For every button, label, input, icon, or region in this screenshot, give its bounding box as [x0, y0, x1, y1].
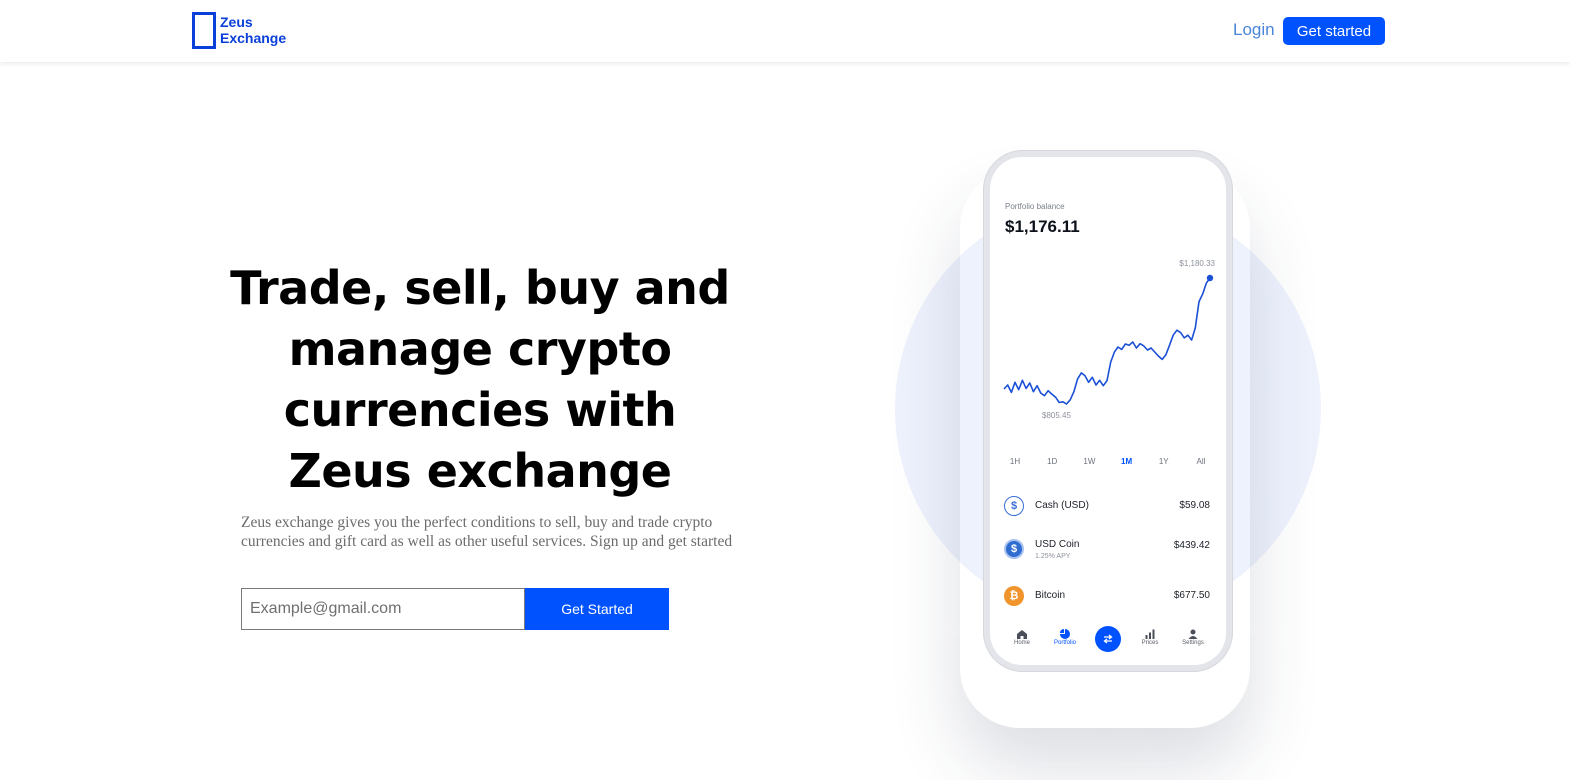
timeframe-selector: 1H 1D 1W 1M 1Y All [1000, 457, 1216, 466]
asset-apy: 1.25% APY [1035, 553, 1071, 560]
chart-low-label: $805.45 [1042, 411, 1071, 420]
get-started-nav-button[interactable]: Get started [1283, 17, 1385, 45]
trade-fab-button[interactable] [1095, 626, 1121, 652]
chart-end-point [1206, 274, 1214, 282]
bar-chart-icon [1145, 629, 1155, 639]
timeframe-1d[interactable]: 1D [1037, 457, 1067, 466]
asset-value: $439.42 [1173, 540, 1210, 551]
user-icon [1188, 629, 1198, 639]
timeframe-1m[interactable]: 1M [1112, 457, 1142, 466]
chart-line [1003, 277, 1211, 405]
logo-mark-icon [192, 12, 216, 49]
timeframe-1y[interactable]: 1Y [1149, 457, 1179, 466]
nav-item-prices[interactable]: Prices [1130, 629, 1170, 646]
nav-item-portfolio[interactable]: Portfolio [1045, 629, 1085, 646]
signup-form: Get Started [241, 588, 669, 630]
nav-item-settings[interactable]: Settings [1173, 629, 1213, 646]
home-icon [1017, 630, 1027, 639]
asset-row-bitcoin[interactable]: ₿ Bitcoin $677.50 [1004, 584, 1210, 610]
asset-value: $677.50 [1173, 590, 1210, 601]
phone-bottom-nav: Home Portfolio Prices Settings [990, 626, 1226, 657]
email-input[interactable] [241, 588, 525, 630]
chart-high-label: $1,180.33 [1179, 259, 1215, 268]
get-started-button[interactable]: Get Started [525, 588, 669, 630]
nav-label: Home [1013, 640, 1030, 646]
phone-screen: Portfolio balance $1,176.11 $1,180.33 $8… [990, 157, 1226, 665]
hero-subtitle: Zeus exchange gives you the perfect cond… [241, 514, 733, 550]
timeframe-all[interactable]: All [1186, 457, 1216, 466]
brand-name: Zeus Exchange [220, 14, 286, 46]
dollar-icon: $ [1004, 496, 1024, 516]
nav-label: Settings [1182, 640, 1204, 646]
swap-arrows-icon [1103, 634, 1113, 644]
brand-logo[interactable]: Zeus Exchange [192, 12, 286, 49]
pie-chart-icon [1060, 629, 1070, 639]
portfolio-balance: $1,176.11 [1005, 217, 1080, 236]
timeframe-1h[interactable]: 1H [1000, 457, 1030, 466]
bitcoin-icon: ₿ [1004, 586, 1024, 606]
brand-line-1: Zeus [220, 14, 253, 30]
portfolio-chart: $1,180.33 $805.45 [1003, 259, 1216, 420]
login-link[interactable]: Login [1233, 20, 1275, 40]
timeframe-1w[interactable]: 1W [1074, 457, 1104, 466]
asset-row-usd-coin[interactable]: $ USD Coin 1.25% APY $439.42 [1004, 537, 1210, 563]
asset-name: USD Coin [1035, 539, 1080, 550]
portfolio-label: Portfolio balance [1005, 202, 1065, 211]
nav-label: Portfolio [1053, 640, 1076, 646]
brand-line-2: Exchange [220, 30, 287, 46]
nav-item-home[interactable]: Home [1002, 629, 1042, 646]
asset-value: $59.08 [1179, 500, 1210, 511]
nav-label: Prices [1141, 640, 1159, 646]
usd-coin-icon: $ [1004, 539, 1024, 559]
hero-title: Trade, sell, buy and manage crypto curre… [230, 261, 730, 498]
top-navbar: Zeus Exchange Login Get started [0, 0, 1570, 62]
asset-row-cash[interactable]: $ Cash (USD) $59.08 [1004, 494, 1210, 520]
asset-name: Cash (USD) [1035, 500, 1089, 511]
asset-name: Bitcoin [1035, 590, 1066, 601]
